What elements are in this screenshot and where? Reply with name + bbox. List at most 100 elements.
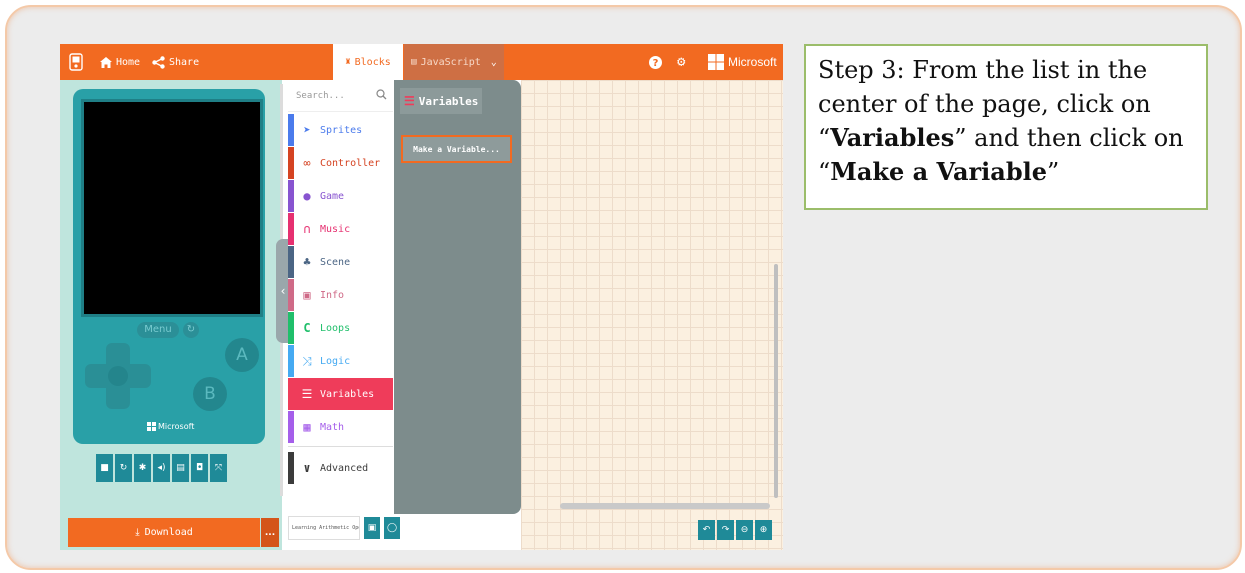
tab-blocks-label: Blocks: [354, 56, 391, 68]
category-color-bar: [288, 378, 294, 410]
undo-icon[interactable]: ↶: [698, 520, 715, 540]
category-label: Sprites: [320, 124, 363, 136]
debug-icon[interactable]: ✱: [134, 454, 151, 482]
arcade-console: Menu ↻ A B Microsoft: [73, 89, 265, 444]
category-color-bar: [288, 114, 294, 146]
help-button[interactable]: ?: [649, 44, 666, 80]
redo-icon[interactable]: ↷: [717, 520, 734, 540]
slide-frame: Home Share ♜ Blocks ▤ JavaScript ⌄ ? ⚙ M…: [5, 5, 1242, 570]
category-controller[interactable]: ∞ Controller: [288, 147, 393, 179]
category-logic[interactable]: ⤨ Logic: [288, 345, 393, 377]
github-icon[interactable]: ◯: [384, 517, 400, 539]
category-label: Loops: [320, 322, 351, 334]
simulator-panel: Menu ↻ A B Microsoft ■ ↻ ✱ ◂) ▤ ◘ ⤧ ⤓ Do…: [60, 80, 282, 550]
id-card-icon: ▣: [303, 288, 311, 302]
instruction-box: Step 3: From the list in the center of t…: [804, 44, 1208, 210]
category-info[interactable]: ▣ Info: [288, 279, 393, 311]
microsoft-brand[interactable]: Microsoft: [708, 44, 777, 80]
reset-icon[interactable]: ↻: [183, 322, 199, 338]
search-icon: [376, 89, 387, 100]
category-sprites[interactable]: ➤ Sprites: [288, 114, 393, 146]
tab-javascript[interactable]: ▤ JavaScript ⌄: [404, 44, 504, 80]
tab-javascript-label: JavaScript: [420, 56, 481, 68]
category-label: Info: [320, 289, 345, 301]
workspace-controls: ↶ ↷ ⊖ ⊕: [698, 520, 772, 540]
microsoft-logo-icon: [147, 422, 156, 431]
logo-icon[interactable]: [69, 44, 87, 80]
category-color-bar: [288, 312, 294, 344]
a-button[interactable]: A: [225, 338, 259, 372]
menu-button[interactable]: Menu: [137, 322, 179, 338]
stop-icon[interactable]: ■: [96, 454, 113, 482]
download-more-button[interactable]: ...: [261, 518, 279, 547]
tree-icon: ♣: [303, 255, 311, 269]
make-variable-button[interactable]: Make a Variable...: [401, 135, 512, 163]
tab-blocks[interactable]: ♜ Blocks: [333, 44, 403, 80]
share-button[interactable]: Share: [152, 44, 199, 80]
divider: [288, 446, 393, 447]
home-icon: [100, 56, 112, 68]
category-color-bar: [288, 411, 294, 443]
search-placeholder: Search...: [296, 90, 345, 101]
share-label: Share: [169, 56, 200, 68]
help-icon: ?: [649, 55, 662, 69]
category-label: Math: [320, 421, 345, 433]
shuffle-icon: ⤨: [302, 353, 312, 368]
search-input[interactable]: Search...: [288, 80, 393, 112]
category-variables[interactable]: ☰ Variables: [288, 378, 393, 410]
b-button[interactable]: B: [193, 377, 227, 411]
category-color-bar: [288, 246, 294, 278]
makecode-screenshot: Home Share ♜ Blocks ▤ JavaScript ⌄ ? ⚙ M…: [60, 44, 783, 550]
puzzle-icon: ♜: [345, 57, 351, 67]
toolbox: Search... ➤ Sprites ∞ Controller ● Game …: [288, 80, 393, 550]
chevron-left-icon: ‹: [280, 284, 286, 298]
category-music[interactable]: ∩ Music: [288, 213, 393, 245]
instruction-bold-variables: Variables: [830, 123, 955, 152]
workspace-horizontal-scrollbar[interactable]: [560, 503, 770, 509]
restart-icon[interactable]: ↻: [115, 454, 132, 482]
chevron-down-icon: ∨: [303, 461, 311, 475]
category-math[interactable]: ▦ Math: [288, 411, 393, 443]
console-brand-label: Microsoft: [158, 422, 195, 431]
screenshot-icon[interactable]: ◘: [191, 454, 208, 482]
file-code-icon: ▤: [411, 57, 417, 67]
category-game[interactable]: ● Game: [288, 180, 393, 212]
gear-icon: ⚙: [677, 54, 686, 70]
home-button[interactable]: Home: [100, 44, 140, 80]
zoom-out-icon[interactable]: ⊖: [736, 520, 753, 540]
microsoft-logo-icon: [708, 54, 724, 70]
keyboard-icon[interactable]: ▤: [172, 454, 189, 482]
fullscreen-icon[interactable]: ⤧: [210, 454, 227, 482]
download-icon: ⤓: [135, 527, 140, 538]
calculator-icon: ▦: [303, 420, 311, 434]
simulator-toolbar: ■ ↻ ✱ ◂) ▤ ◘ ⤧: [96, 454, 227, 482]
variables-flyout: ☰ Variables Make a Variable...: [394, 80, 521, 514]
category-color-bar: [288, 279, 294, 311]
list-icon: ☰: [301, 387, 313, 401]
game-screen[interactable]: [81, 99, 263, 317]
project-name-input[interactable]: Learning Arithmetic Ope: [288, 516, 360, 540]
zoom-in-icon[interactable]: ⊕: [755, 520, 772, 540]
save-icon[interactable]: ▣: [364, 517, 380, 539]
loop-icon: C: [303, 321, 311, 335]
gamepad-icon: ∞: [303, 156, 311, 170]
category-color-bar: [288, 452, 294, 484]
download-button[interactable]: ⤓ Download: [68, 518, 260, 547]
console-brand: Microsoft: [147, 422, 194, 431]
workspace-vertical-scrollbar[interactable]: [774, 264, 778, 498]
blocks-workspace[interactable]: [521, 80, 783, 550]
circle-icon: ●: [303, 189, 311, 203]
project-bar: Learning Arithmetic Ope ▣ ◯: [288, 516, 400, 540]
category-advanced[interactable]: ∨ Advanced: [288, 452, 393, 484]
settings-button[interactable]: ⚙: [677, 44, 685, 80]
home-label: Home: [116, 56, 141, 68]
mute-icon[interactable]: ◂): [153, 454, 170, 482]
category-label: Logic: [320, 355, 351, 367]
category-loops[interactable]: C Loops: [288, 312, 393, 344]
category-scene[interactable]: ♣ Scene: [288, 246, 393, 278]
category-label: Variables: [320, 388, 375, 400]
category-color-bar: [288, 213, 294, 245]
paper-plane-icon: ➤: [303, 123, 311, 137]
chevron-down-icon: ⌄: [490, 56, 497, 68]
category-label: Controller: [320, 157, 381, 169]
